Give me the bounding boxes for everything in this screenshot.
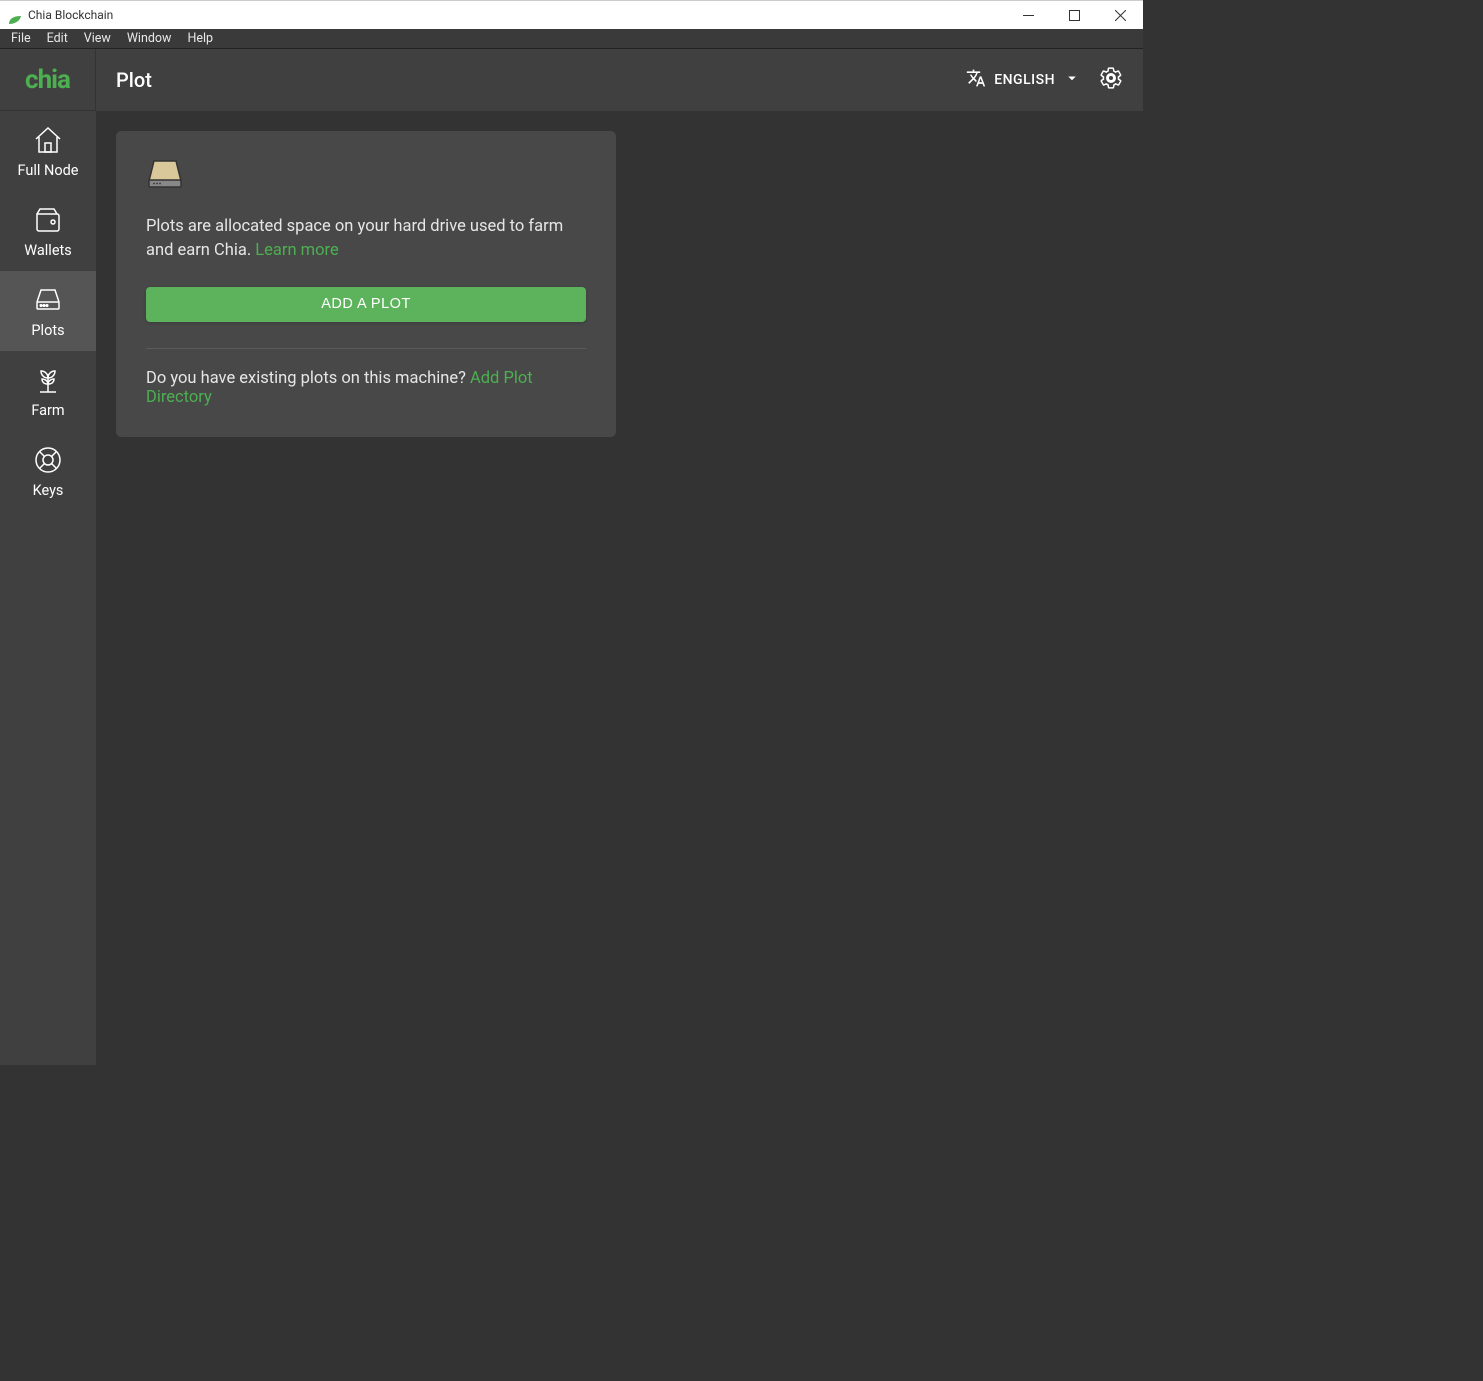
sidebar-item-label: Keys <box>33 482 64 499</box>
sidebar-item-label: Farm <box>31 402 64 419</box>
menu-view[interactable]: View <box>77 29 118 48</box>
leaf-icon <box>8 10 22 20</box>
plot-card: Plots are allocated space on your hard d… <box>116 131 616 437</box>
menu-window[interactable]: Window <box>120 29 179 48</box>
logo: chia <box>0 49 96 111</box>
house-icon <box>32 124 64 156</box>
card-description-text: Plots are allocated space on your hard d… <box>146 217 563 260</box>
sidebar-item-keys[interactable]: Keys <box>0 431 96 511</box>
page-title: Plot <box>116 68 152 92</box>
main: Plot ENGLISH <box>96 49 1143 1065</box>
sidebar-item-plots[interactable]: Plots <box>0 271 96 351</box>
sidebar-item-label: Wallets <box>24 242 72 259</box>
logo-text: chia <box>25 65 70 95</box>
close-button[interactable] <box>1097 1 1143 29</box>
titlebar: Chia Blockchain <box>0 0 1143 29</box>
wallet-icon <box>32 204 64 236</box>
content: Plots are allocated space on your hard d… <box>96 111 1143 1065</box>
window-title: Chia Blockchain <box>28 8 113 22</box>
maximize-button[interactable] <box>1051 1 1097 29</box>
menu-help[interactable]: Help <box>180 29 220 48</box>
existing-question-text: Do you have existing plots on this machi… <box>146 369 470 388</box>
topbar: Plot ENGLISH <box>96 49 1143 111</box>
sidebar-item-label: Plots <box>31 322 64 339</box>
titlebar-left: Chia Blockchain <box>8 8 113 22</box>
language-label: ENGLISH <box>994 72 1055 88</box>
divider <box>146 348 586 349</box>
chevron-down-icon <box>1063 69 1081 91</box>
menu-edit[interactable]: Edit <box>40 29 75 48</box>
minimize-button[interactable] <box>1005 1 1051 29</box>
existing-plots-text: Do you have existing plots on this machi… <box>146 369 586 407</box>
plant-icon <box>32 364 64 396</box>
menubar: File Edit View Window Help <box>0 29 1143 49</box>
add-plot-button[interactable]: ADD A PLOT <box>146 287 586 322</box>
settings-icon[interactable] <box>1099 66 1123 94</box>
window-controls <box>1005 1 1143 29</box>
menu-file[interactable]: File <box>4 29 38 48</box>
translate-icon <box>966 68 986 92</box>
card-description: Plots are allocated space on your hard d… <box>146 215 586 263</box>
sidebar-item-label: Full Node <box>18 162 79 179</box>
sidebar-item-full-node[interactable]: Full Node <box>0 111 96 191</box>
topbar-right: ENGLISH <box>966 66 1123 94</box>
learn-more-link[interactable]: Learn more <box>255 241 338 260</box>
sidebar: chia Full Node Wallets <box>0 49 96 1065</box>
app-window: Chia Blockchain File Edit View Window He… <box>0 0 1143 1065</box>
app-body: chia Full Node Wallets <box>0 49 1143 1065</box>
hard-drive-large-icon <box>146 159 586 193</box>
lifebuoy-icon <box>32 444 64 476</box>
language-selector[interactable]: ENGLISH <box>966 68 1081 92</box>
hard-drive-icon <box>32 284 64 316</box>
sidebar-item-farm[interactable]: Farm <box>0 351 96 431</box>
sidebar-item-wallets[interactable]: Wallets <box>0 191 96 271</box>
